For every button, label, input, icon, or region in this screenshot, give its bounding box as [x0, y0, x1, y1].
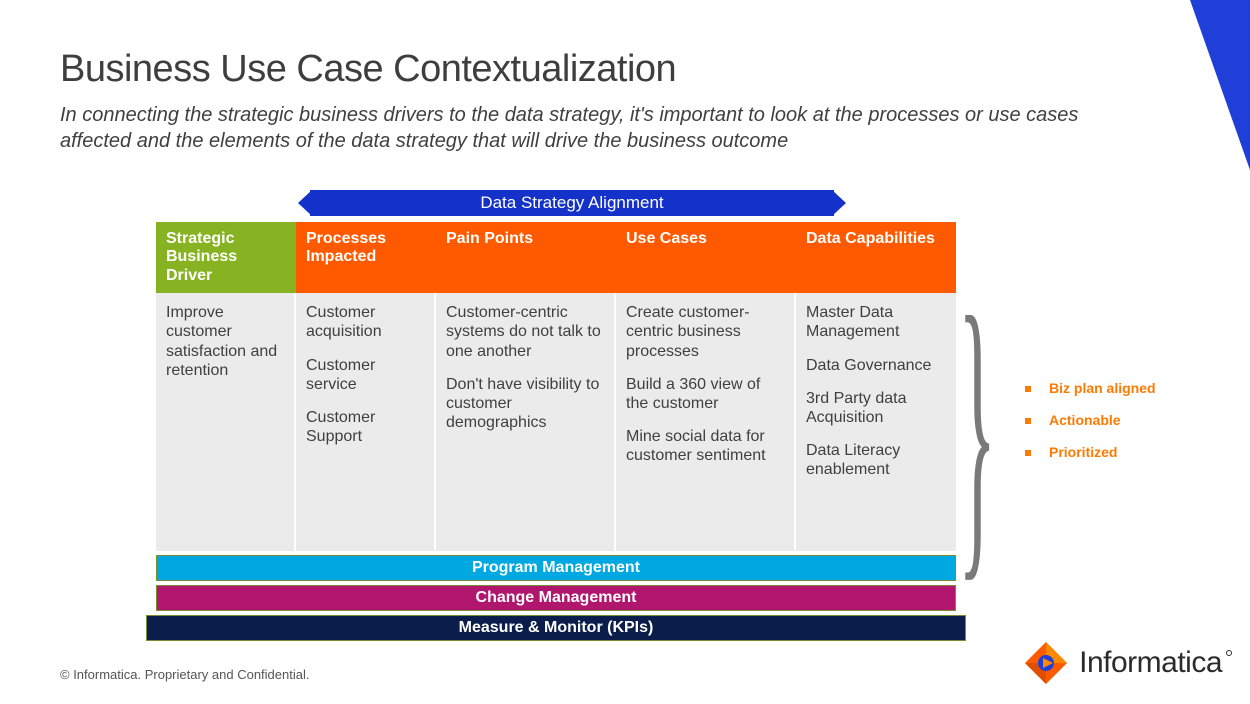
- brand-name: Informatica: [1079, 646, 1222, 680]
- cell-data-capabilities: Master Data Management Data Governance 3…: [796, 293, 956, 551]
- bullet-dot-icon: [1025, 450, 1031, 456]
- cell-strategic-driver: Improve customer satisfaction and retent…: [156, 293, 296, 551]
- table-header-row: Strategic Business Driver Processes Impa…: [156, 222, 956, 293]
- bullet-text: Actionable: [1049, 412, 1121, 428]
- cell-pain-points: Customer-centric systems do not talk to …: [436, 293, 616, 551]
- data-strategy-alignment-arrow: Data Strategy Alignment: [298, 190, 846, 220]
- cell-text: Mine social data for customer sentiment: [626, 427, 784, 465]
- header-processes-impacted: Processes Impacted: [296, 222, 436, 293]
- copyright-text: © Informatica. Proprietary and Confident…: [60, 667, 309, 682]
- cell-text: Customer Support: [306, 408, 424, 446]
- bullet-item: Actionable: [1025, 412, 1156, 428]
- cell-use-cases: Create customer-centric business process…: [616, 293, 796, 551]
- bullet-dot-icon: [1025, 386, 1031, 392]
- slide-title: Business Use Case Contextualization: [60, 48, 676, 91]
- footer-change-management: Change Management: [156, 585, 956, 611]
- cell-text: Customer service: [306, 356, 424, 394]
- side-bullets: Biz plan aligned Actionable Prioritized: [1025, 380, 1156, 476]
- cell-text: Don't have visibility to customer demogr…: [446, 375, 604, 433]
- bullet-text: Biz plan aligned: [1049, 380, 1156, 396]
- cell-text: Customer-centric systems do not talk to …: [446, 303, 604, 361]
- cell-text: Build a 360 view of the customer: [626, 375, 784, 413]
- header-use-cases: Use Cases: [616, 222, 796, 293]
- bullet-dot-icon: [1025, 418, 1031, 424]
- cell-text: Customer acquisition: [306, 303, 424, 341]
- bullet-text: Prioritized: [1049, 444, 1117, 460]
- cell-text: 3rd Party data Acquisition: [806, 389, 946, 427]
- informatica-logo-icon: [1023, 640, 1069, 686]
- bullet-item: Prioritized: [1025, 444, 1156, 460]
- cell-text: Data Literacy enablement: [806, 441, 946, 479]
- table-body-row: Improve customer satisfaction and retent…: [156, 293, 956, 551]
- cell-text: Master Data Management: [806, 303, 946, 341]
- header-data-capabilities: Data Capabilities: [796, 222, 956, 293]
- header-pain-points: Pain Points: [436, 222, 616, 293]
- slide-subtitle: In connecting the strategic business dri…: [60, 102, 1120, 154]
- corner-accent: [1190, 0, 1250, 170]
- bullet-item: Biz plan aligned: [1025, 380, 1156, 396]
- usecase-table: Strategic Business Driver Processes Impa…: [156, 222, 956, 641]
- slide: Business Use Case Contextualization In c…: [0, 0, 1250, 704]
- cell-text: Data Governance: [806, 356, 946, 375]
- footer-program-management: Program Management: [156, 555, 956, 581]
- cell-processes-impacted: Customer acquisition Customer service Cu…: [296, 293, 436, 551]
- curly-brace-icon: }: [958, 270, 996, 590]
- header-strategic-driver: Strategic Business Driver: [156, 222, 296, 293]
- cell-text: Create customer-centric business process…: [626, 303, 784, 361]
- brand-logo: Informatica: [1023, 640, 1222, 686]
- footer-measure-monitor: Measure & Monitor (KPIs): [146, 615, 966, 641]
- data-strategy-alignment-label: Data Strategy Alignment: [310, 190, 834, 216]
- cell-text: Improve customer satisfaction and retent…: [166, 303, 284, 380]
